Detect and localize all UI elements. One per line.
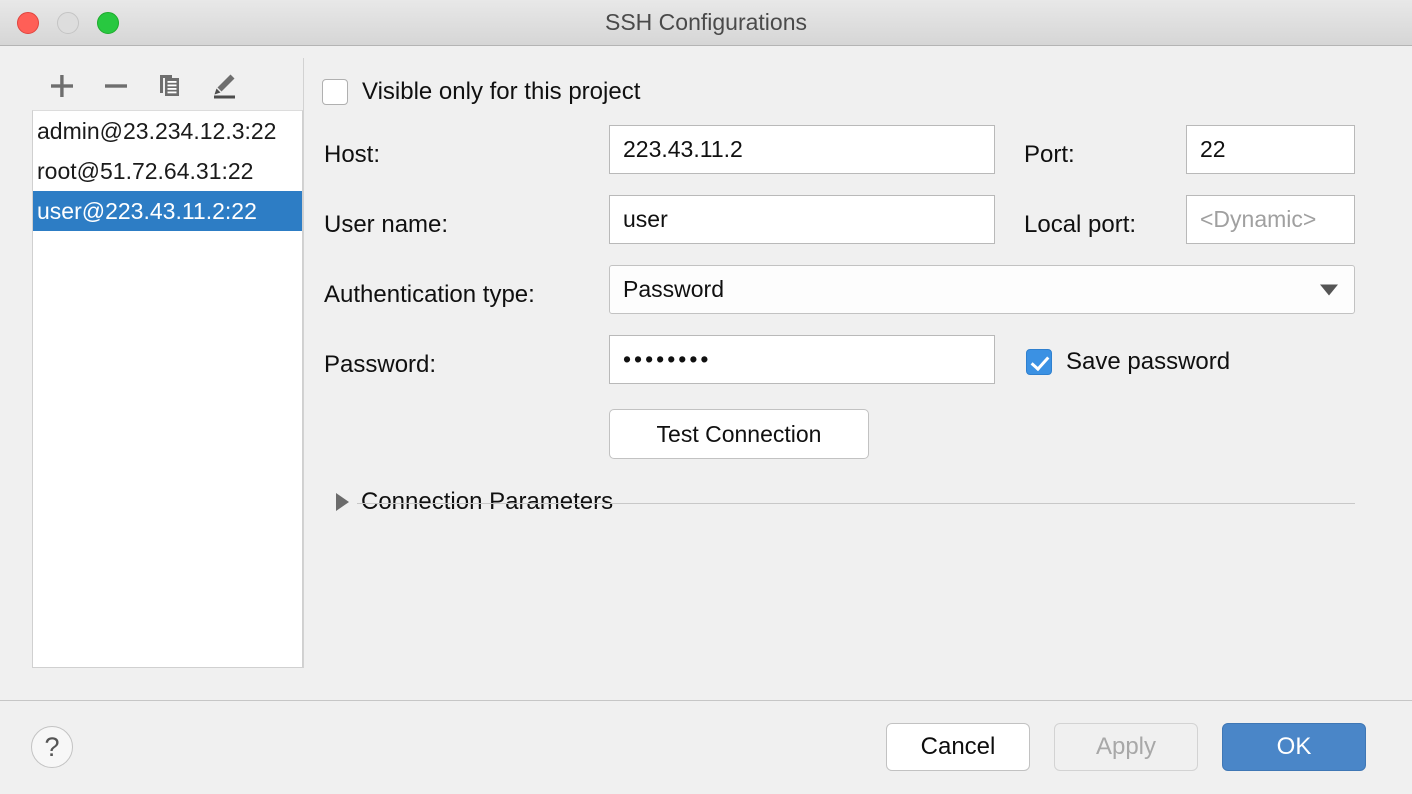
username-label: User name: — [324, 211, 448, 239]
authentication-type-select[interactable]: Password — [609, 265, 1355, 314]
footer-separator — [0, 700, 1412, 701]
save-password-label: Save password — [1066, 348, 1230, 376]
minus-icon — [103, 73, 129, 99]
authentication-type-label: Authentication type: — [324, 281, 535, 309]
title-bar: SSH Configurations — [0, 0, 1412, 46]
host-input[interactable]: 223.43.11.2 — [609, 125, 995, 174]
save-password-checkbox[interactable] — [1026, 349, 1052, 375]
visible-only-checkbox-row[interactable]: Visible only for this project — [322, 78, 640, 106]
password-label: Password: — [324, 351, 436, 379]
pencil-icon — [210, 72, 238, 100]
connection-parameters-toggle[interactable]: Connection Parameters — [336, 488, 613, 516]
authentication-type-value: Password — [623, 276, 724, 303]
test-connection-button[interactable]: Test Connection — [609, 409, 869, 459]
remove-configuration-button[interactable] — [98, 69, 134, 103]
list-toolbar — [32, 62, 303, 110]
visible-only-label: Visible only for this project — [362, 78, 640, 106]
host-label: Host: — [324, 141, 380, 169]
section-separator — [357, 503, 1355, 504]
copy-configuration-button[interactable] — [152, 69, 188, 103]
local-port-input[interactable]: <Dynamic> — [1186, 195, 1355, 244]
list-item[interactable]: admin@23.234.12.3:22 — [33, 111, 302, 151]
plus-icon — [49, 73, 75, 99]
add-configuration-button[interactable] — [44, 69, 80, 103]
visible-only-checkbox[interactable] — [322, 79, 348, 105]
username-input[interactable]: user — [609, 195, 995, 244]
help-button[interactable]: ? — [31, 726, 73, 768]
chevron-down-icon — [1320, 284, 1338, 295]
ssh-configurations-dialog: SSH Configurations — [0, 0, 1412, 794]
window-title: SSH Configurations — [0, 0, 1412, 45]
port-input[interactable]: 22 — [1186, 125, 1355, 174]
cancel-button[interactable]: Cancel — [886, 723, 1030, 771]
panel-divider — [303, 58, 304, 668]
save-password-checkbox-row[interactable]: Save password — [1026, 348, 1230, 376]
apply-button[interactable]: Apply — [1054, 723, 1198, 771]
ssh-configuration-list[interactable]: admin@23.234.12.3:22 root@51.72.64.31:22… — [32, 110, 303, 668]
connection-parameters-label: Connection Parameters — [361, 488, 613, 516]
local-port-label: Local port: — [1024, 211, 1136, 239]
port-label: Port: — [1024, 141, 1075, 169]
ok-button[interactable]: OK — [1222, 723, 1366, 771]
password-input[interactable]: •••••••• — [609, 335, 995, 384]
copy-icon — [157, 73, 183, 99]
chevron-right-icon — [336, 493, 349, 511]
configuration-form: Visible only for this project Host: 223.… — [322, 58, 1382, 668]
list-item[interactable]: root@51.72.64.31:22 — [33, 151, 302, 191]
edit-configuration-button[interactable] — [206, 69, 242, 103]
list-item[interactable]: user@223.43.11.2:22 — [33, 191, 302, 231]
